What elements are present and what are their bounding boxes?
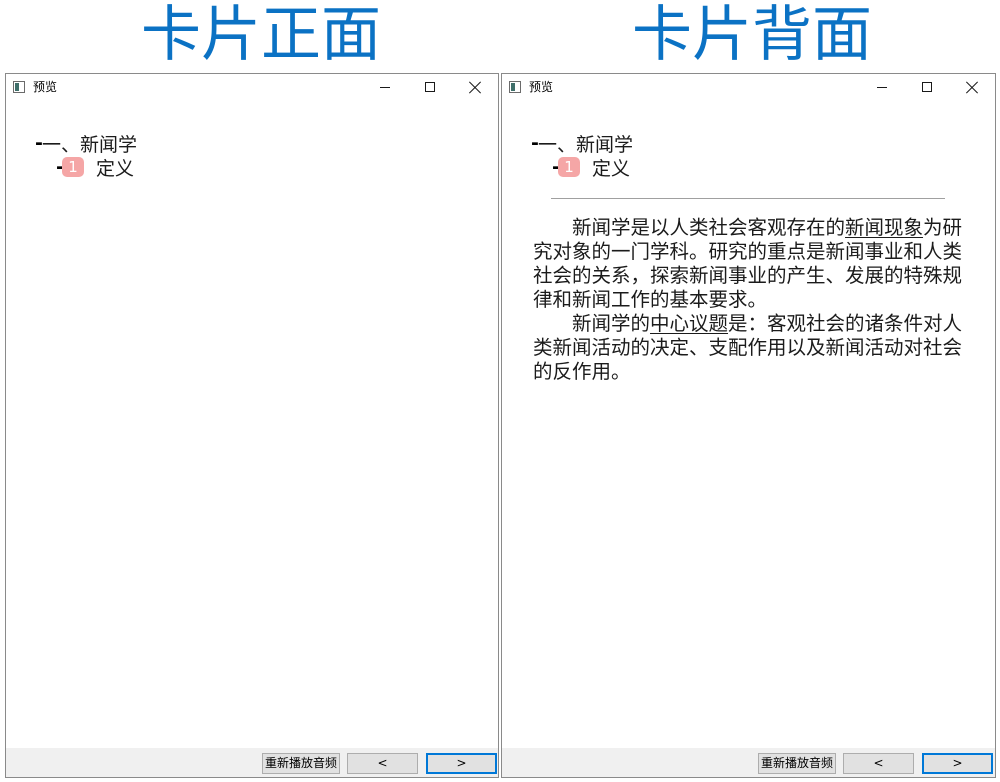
window-icon-pane [15, 83, 19, 91]
maximize-button[interactable] [408, 74, 453, 102]
answer-text: 新闻学是以人类社会客观存在的新闻现象为研究对象的一门学科。研究的重点是新闻事业和… [533, 216, 963, 384]
outline-node-level2: - 1 定义 [56, 155, 135, 180]
previous-button[interactable]: < [843, 753, 914, 774]
maximize-icon [922, 82, 932, 92]
title-bar[interactable]: 预览 [6, 74, 498, 102]
text-segment: 新闻学的 [572, 312, 651, 335]
window-title: 预览 [529, 80, 554, 94]
next-button[interactable]: > [426, 753, 497, 774]
close-icon [469, 81, 481, 93]
maximize-icon [425, 82, 435, 92]
node-marker: - [35, 132, 43, 154]
underlined-term: 新闻现象 [845, 216, 924, 239]
outline-node-level1: - 一、新闻学 [35, 131, 138, 156]
bottom-button-bar: 重新播放音频 < > [502, 748, 995, 777]
close-button[interactable] [453, 74, 498, 102]
replay-audio-button[interactable]: 重新播放音频 [758, 753, 836, 774]
back-card-caption: 卡片背面 [632, 0, 872, 70]
node-label: 定义 [96, 157, 135, 180]
node-label: 一、新闻学 [538, 133, 634, 156]
node-label: 定义 [592, 157, 631, 180]
text-segment: 新闻学是以人类社会客观存在的 [572, 216, 846, 239]
outline-node-level1: - 一、新闻学 [531, 131, 634, 156]
window-controls [363, 74, 498, 102]
window-title: 预览 [33, 80, 58, 94]
preview-window-back: 预览 - 一、新闻学 - 1 定义 新闻学是以人类社会客观存在的新闻现象为研究对… [501, 73, 996, 778]
minimize-button[interactable] [860, 74, 905, 102]
next-button[interactable]: > [922, 753, 993, 774]
minimize-button[interactable] [363, 74, 408, 102]
front-card-caption: 卡片正面 [141, 0, 381, 70]
node-label: 一、新闻学 [42, 133, 138, 156]
underlined-term: 中心议题 [650, 312, 729, 335]
window-icon-pane [511, 83, 515, 91]
title-bar[interactable]: 预览 [502, 74, 995, 102]
close-button[interactable] [950, 74, 995, 102]
answer-paragraph: 新闻学是以人类社会客观存在的新闻现象为研究对象的一门学科。研究的重点是新闻事业和… [533, 216, 963, 312]
close-icon [966, 81, 978, 93]
node-number-badge: 1 [62, 157, 84, 177]
replay-audio-button[interactable]: 重新播放音频 [262, 753, 340, 774]
window-icon [13, 81, 25, 93]
maximize-button[interactable] [905, 74, 950, 102]
bottom-button-bar: 重新播放音频 < > [6, 748, 498, 777]
minimize-icon [380, 87, 390, 88]
outline-node-level2: - 1 定义 [552, 155, 631, 180]
answer-divider [551, 198, 945, 199]
previous-button[interactable]: < [347, 753, 418, 774]
window-controls [860, 74, 995, 102]
minimize-icon [877, 87, 887, 88]
window-icon [509, 81, 521, 93]
answer-paragraph: 新闻学的中心议题是：客观社会的诸条件对人类新闻活动的决定、支配作用以及新闻活动对… [533, 312, 963, 384]
node-number-badge: 1 [558, 157, 580, 177]
preview-window-front: 预览 - 一、新闻学 - 1 定义 重新播放音频 < > [5, 73, 499, 778]
node-marker: - [531, 132, 539, 154]
